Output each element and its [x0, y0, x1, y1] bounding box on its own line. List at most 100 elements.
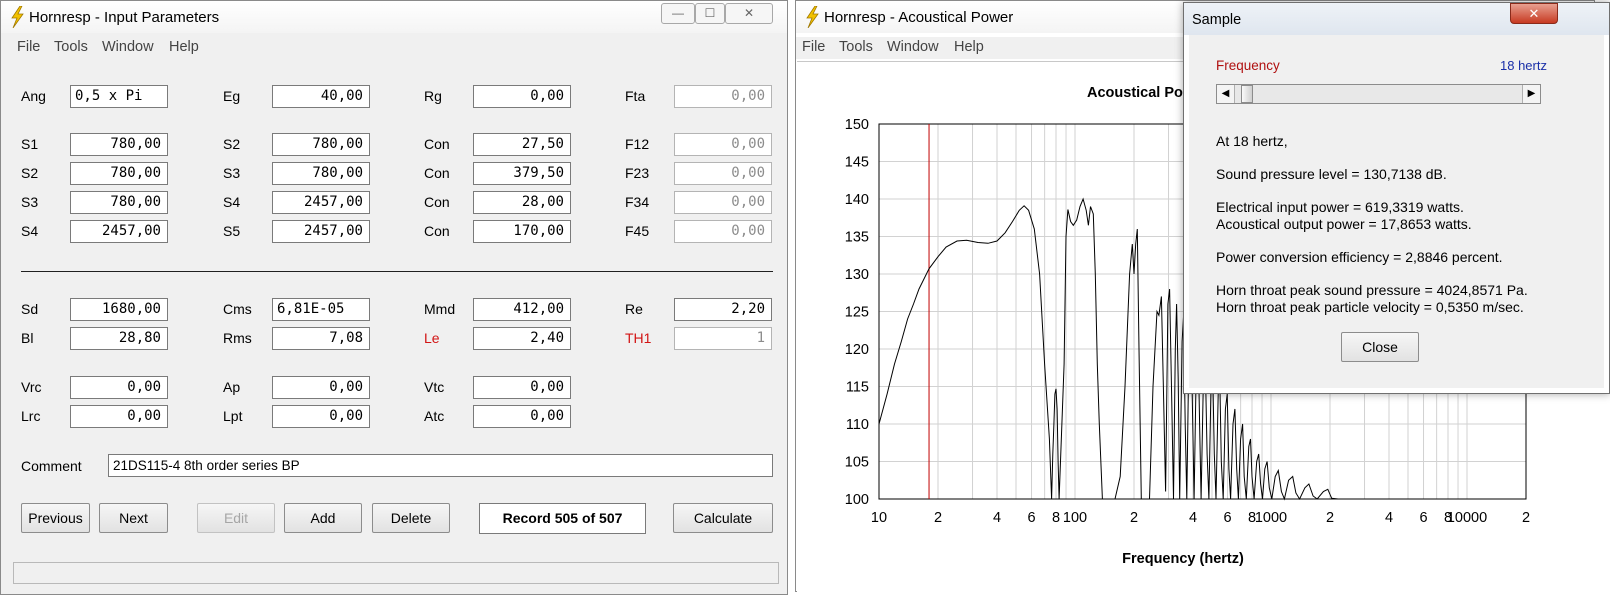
- param-input-vtc[interactable]: 0,00: [473, 376, 571, 399]
- x-axis-label: Frequency (hertz): [1122, 551, 1244, 567]
- input-parameters-window: Hornresp - Input Parameters — ☐ ✕ File T…: [0, 0, 788, 595]
- throat-pressure-line: Horn throat peak sound pressure = 4024,8…: [1216, 282, 1528, 298]
- param-input-s3[interactable]: 780,00: [70, 191, 168, 214]
- next-button-label: Next: [119, 510, 148, 526]
- param-input-atc[interactable]: 0,00: [473, 405, 571, 428]
- next-button[interactable]: Next: [99, 503, 168, 533]
- param-input-con[interactable]: 379,50: [473, 162, 571, 185]
- param-label-eg: Eg: [223, 88, 241, 104]
- param-label-mmd: Mmd: [424, 301, 456, 317]
- param-label-f12: F12: [625, 136, 650, 152]
- close-x-icon: ✕: [1528, 6, 1540, 21]
- dialog-title: Sample: [1192, 12, 1242, 28]
- y-tick-label: 105: [845, 455, 869, 471]
- slider-left-arrow-icon[interactable]: ◀: [1217, 85, 1235, 103]
- param-input-con[interactable]: 27,50: [473, 133, 571, 156]
- x-tick-label: 10: [871, 510, 887, 526]
- close-button[interactable]: ✕: [725, 3, 773, 24]
- chart-title: Acoustical Pov: [1087, 85, 1191, 101]
- param-input-lpt[interactable]: 0,00: [272, 405, 370, 428]
- param-input-mmd[interactable]: 412,00: [473, 298, 571, 321]
- param-input-sd[interactable]: 1680,00: [70, 298, 168, 321]
- slider-right-arrow-icon[interactable]: ▶: [1522, 85, 1540, 103]
- param-input-vrc[interactable]: 0,00: [70, 376, 168, 399]
- param-input-s5[interactable]: 2457,00: [272, 220, 370, 243]
- param-input-s4[interactable]: 2457,00: [70, 220, 168, 243]
- param-input-rms[interactable]: 7,08: [272, 327, 370, 350]
- param-label-s4: S4: [21, 223, 39, 239]
- x-tick-label: 4: [1385, 510, 1393, 526]
- param-input-le[interactable]: 2,40: [473, 327, 571, 350]
- minimize-button[interactable]: —: [661, 3, 695, 24]
- frequency-label: Frequency: [1216, 58, 1280, 73]
- x-tick-label: 6: [1027, 510, 1035, 526]
- menu-file[interactable]: File: [17, 39, 40, 55]
- x-tick-label: 1000: [1255, 510, 1287, 526]
- param-input-s4[interactable]: 2457,00: [272, 191, 370, 214]
- comment-input[interactable]: 21DS115-4 8th order series BP: [108, 454, 773, 477]
- param-input-s2[interactable]: 780,00: [70, 162, 168, 185]
- title-bar[interactable]: Hornresp - Input Parameters — ☐ ✕: [1, 1, 787, 33]
- throat-velocity-line: Horn throat peak particle velocity = 0,5…: [1216, 299, 1524, 315]
- sample-dialog: Sample ✕ Frequency 18 hertz ◀ ▶ At 18 he…: [1183, 2, 1610, 394]
- window-title: Hornresp - Input Parameters: [29, 9, 220, 26]
- menu-help[interactable]: Help: [169, 39, 199, 55]
- param-input-rg[interactable]: 0,00: [473, 85, 571, 108]
- maximize-button[interactable]: ☐: [695, 3, 725, 24]
- record-text: Record 505 of 507: [502, 510, 623, 526]
- param-label-con: Con: [424, 136, 450, 152]
- menu-window[interactable]: Window: [887, 39, 939, 55]
- param-label-f34: F34: [625, 194, 650, 210]
- close-dialog-button[interactable]: Close: [1341, 332, 1419, 362]
- param-input-re[interactable]: 2,20: [674, 298, 772, 321]
- param-input-con[interactable]: 170,00: [473, 220, 571, 243]
- menu-help[interactable]: Help: [954, 39, 984, 55]
- previous-button[interactable]: Previous: [21, 503, 90, 533]
- menu-tools[interactable]: Tools: [54, 39, 88, 55]
- y-tick-label: 125: [845, 305, 869, 321]
- menu-bar: File Tools Window Help: [1, 37, 787, 59]
- param-label-s2: S2: [223, 136, 241, 152]
- dialog-title-bar[interactable]: Sample ✕: [1184, 3, 1609, 35]
- menu-file[interactable]: File: [802, 39, 825, 55]
- delete-button[interactable]: Delete: [372, 503, 450, 533]
- param-input-lrc[interactable]: 0,00: [70, 405, 168, 428]
- param-input-ap[interactable]: 0,00: [272, 376, 370, 399]
- separator-line: [21, 271, 773, 272]
- menu-window[interactable]: Window: [102, 39, 154, 55]
- param-label-rms: Rms: [223, 330, 252, 346]
- param-label-lrc: Lrc: [21, 408, 41, 424]
- param-input-ang[interactable]: 0,5 x Pi: [70, 85, 168, 108]
- add-button[interactable]: Add: [284, 503, 362, 533]
- param-label-rg: Rg: [424, 88, 442, 104]
- param-label-fta: Fta: [625, 88, 646, 104]
- param-input-eg[interactable]: 40,00: [272, 85, 370, 108]
- param-input-f23: 0,00: [674, 162, 772, 185]
- param-label-con: Con: [424, 223, 450, 239]
- previous-button-label: Previous: [28, 510, 83, 526]
- param-input-s3[interactable]: 780,00: [272, 162, 370, 185]
- param-label-atc: Atc: [424, 408, 445, 424]
- calculate-button-label: Calculate: [693, 510, 753, 526]
- param-input-cms[interactable]: 6,81E-05: [272, 298, 370, 321]
- calculate-button[interactable]: Calculate: [673, 503, 773, 533]
- param-input-fta: 0,00: [674, 85, 772, 108]
- param-label-ang: Ang: [21, 88, 46, 104]
- param-label-con: Con: [424, 165, 450, 181]
- frequency-slider[interactable]: ◀ ▶: [1216, 84, 1541, 104]
- param-input-th1: 1: [674, 327, 772, 350]
- param-input-s1[interactable]: 780,00: [70, 133, 168, 156]
- param-label-s4: S4: [223, 194, 241, 210]
- sound-pressure-line: Sound pressure level = 130,7138 dB.: [1216, 166, 1447, 182]
- param-input-s2[interactable]: 780,00: [272, 133, 370, 156]
- x-tick-label: 2: [1130, 510, 1138, 526]
- close-dialog-button-label: Close: [1362, 339, 1398, 355]
- param-input-con[interactable]: 28,00: [473, 191, 571, 214]
- param-input-bl[interactable]: 28,80: [70, 327, 168, 350]
- param-label-bl: Bl: [21, 330, 34, 346]
- menu-tools[interactable]: Tools: [839, 39, 873, 55]
- dialog-close-button[interactable]: ✕: [1510, 3, 1558, 24]
- y-tick-label: 100: [845, 492, 869, 508]
- param-label-s2: S2: [21, 165, 39, 181]
- slider-thumb[interactable]: [1240, 85, 1253, 103]
